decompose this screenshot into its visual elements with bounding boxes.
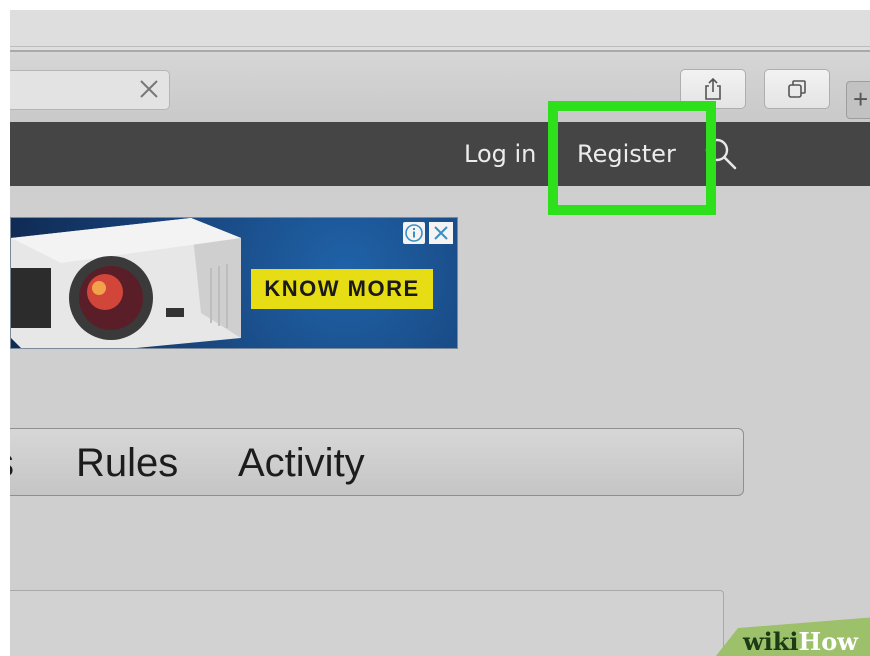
tab-strip-divider — [10, 46, 870, 47]
tabs-overview-button[interactable] — [764, 69, 830, 109]
browser-toolbar: + — [10, 52, 870, 122]
address-bar[interactable] — [10, 70, 170, 110]
site-nav-bar: Log in Register — [10, 122, 870, 186]
content-panel — [10, 590, 724, 656]
register-highlight-box — [548, 101, 716, 215]
tab-partial[interactable]: s — [10, 441, 14, 485]
ad-close-icon[interactable] — [429, 222, 453, 244]
plus-icon: + — [853, 84, 869, 114]
info-icon[interactable] — [403, 222, 425, 244]
login-link[interactable]: Log in — [464, 140, 536, 168]
projector-image — [11, 218, 241, 348]
browser-window: + Log in Register KNOW MORE Rules Activi… — [10, 10, 870, 656]
tab-rules[interactable]: Rules — [76, 441, 178, 485]
tab-activity[interactable]: Activity — [238, 441, 365, 485]
wikihow-watermark: wikiHow — [743, 628, 858, 656]
watermark-suffix: How — [798, 627, 858, 656]
close-icon[interactable] — [137, 77, 161, 101]
tab-strip — [10, 10, 870, 52]
new-tab-button[interactable]: + — [846, 81, 870, 119]
forum-tabs-bar: s Rules Activity — [10, 428, 744, 496]
ad-banner[interactable]: KNOW MORE — [10, 217, 458, 349]
know-more-button[interactable]: KNOW MORE — [251, 269, 433, 309]
watermark-prefix: wiki — [743, 627, 799, 656]
